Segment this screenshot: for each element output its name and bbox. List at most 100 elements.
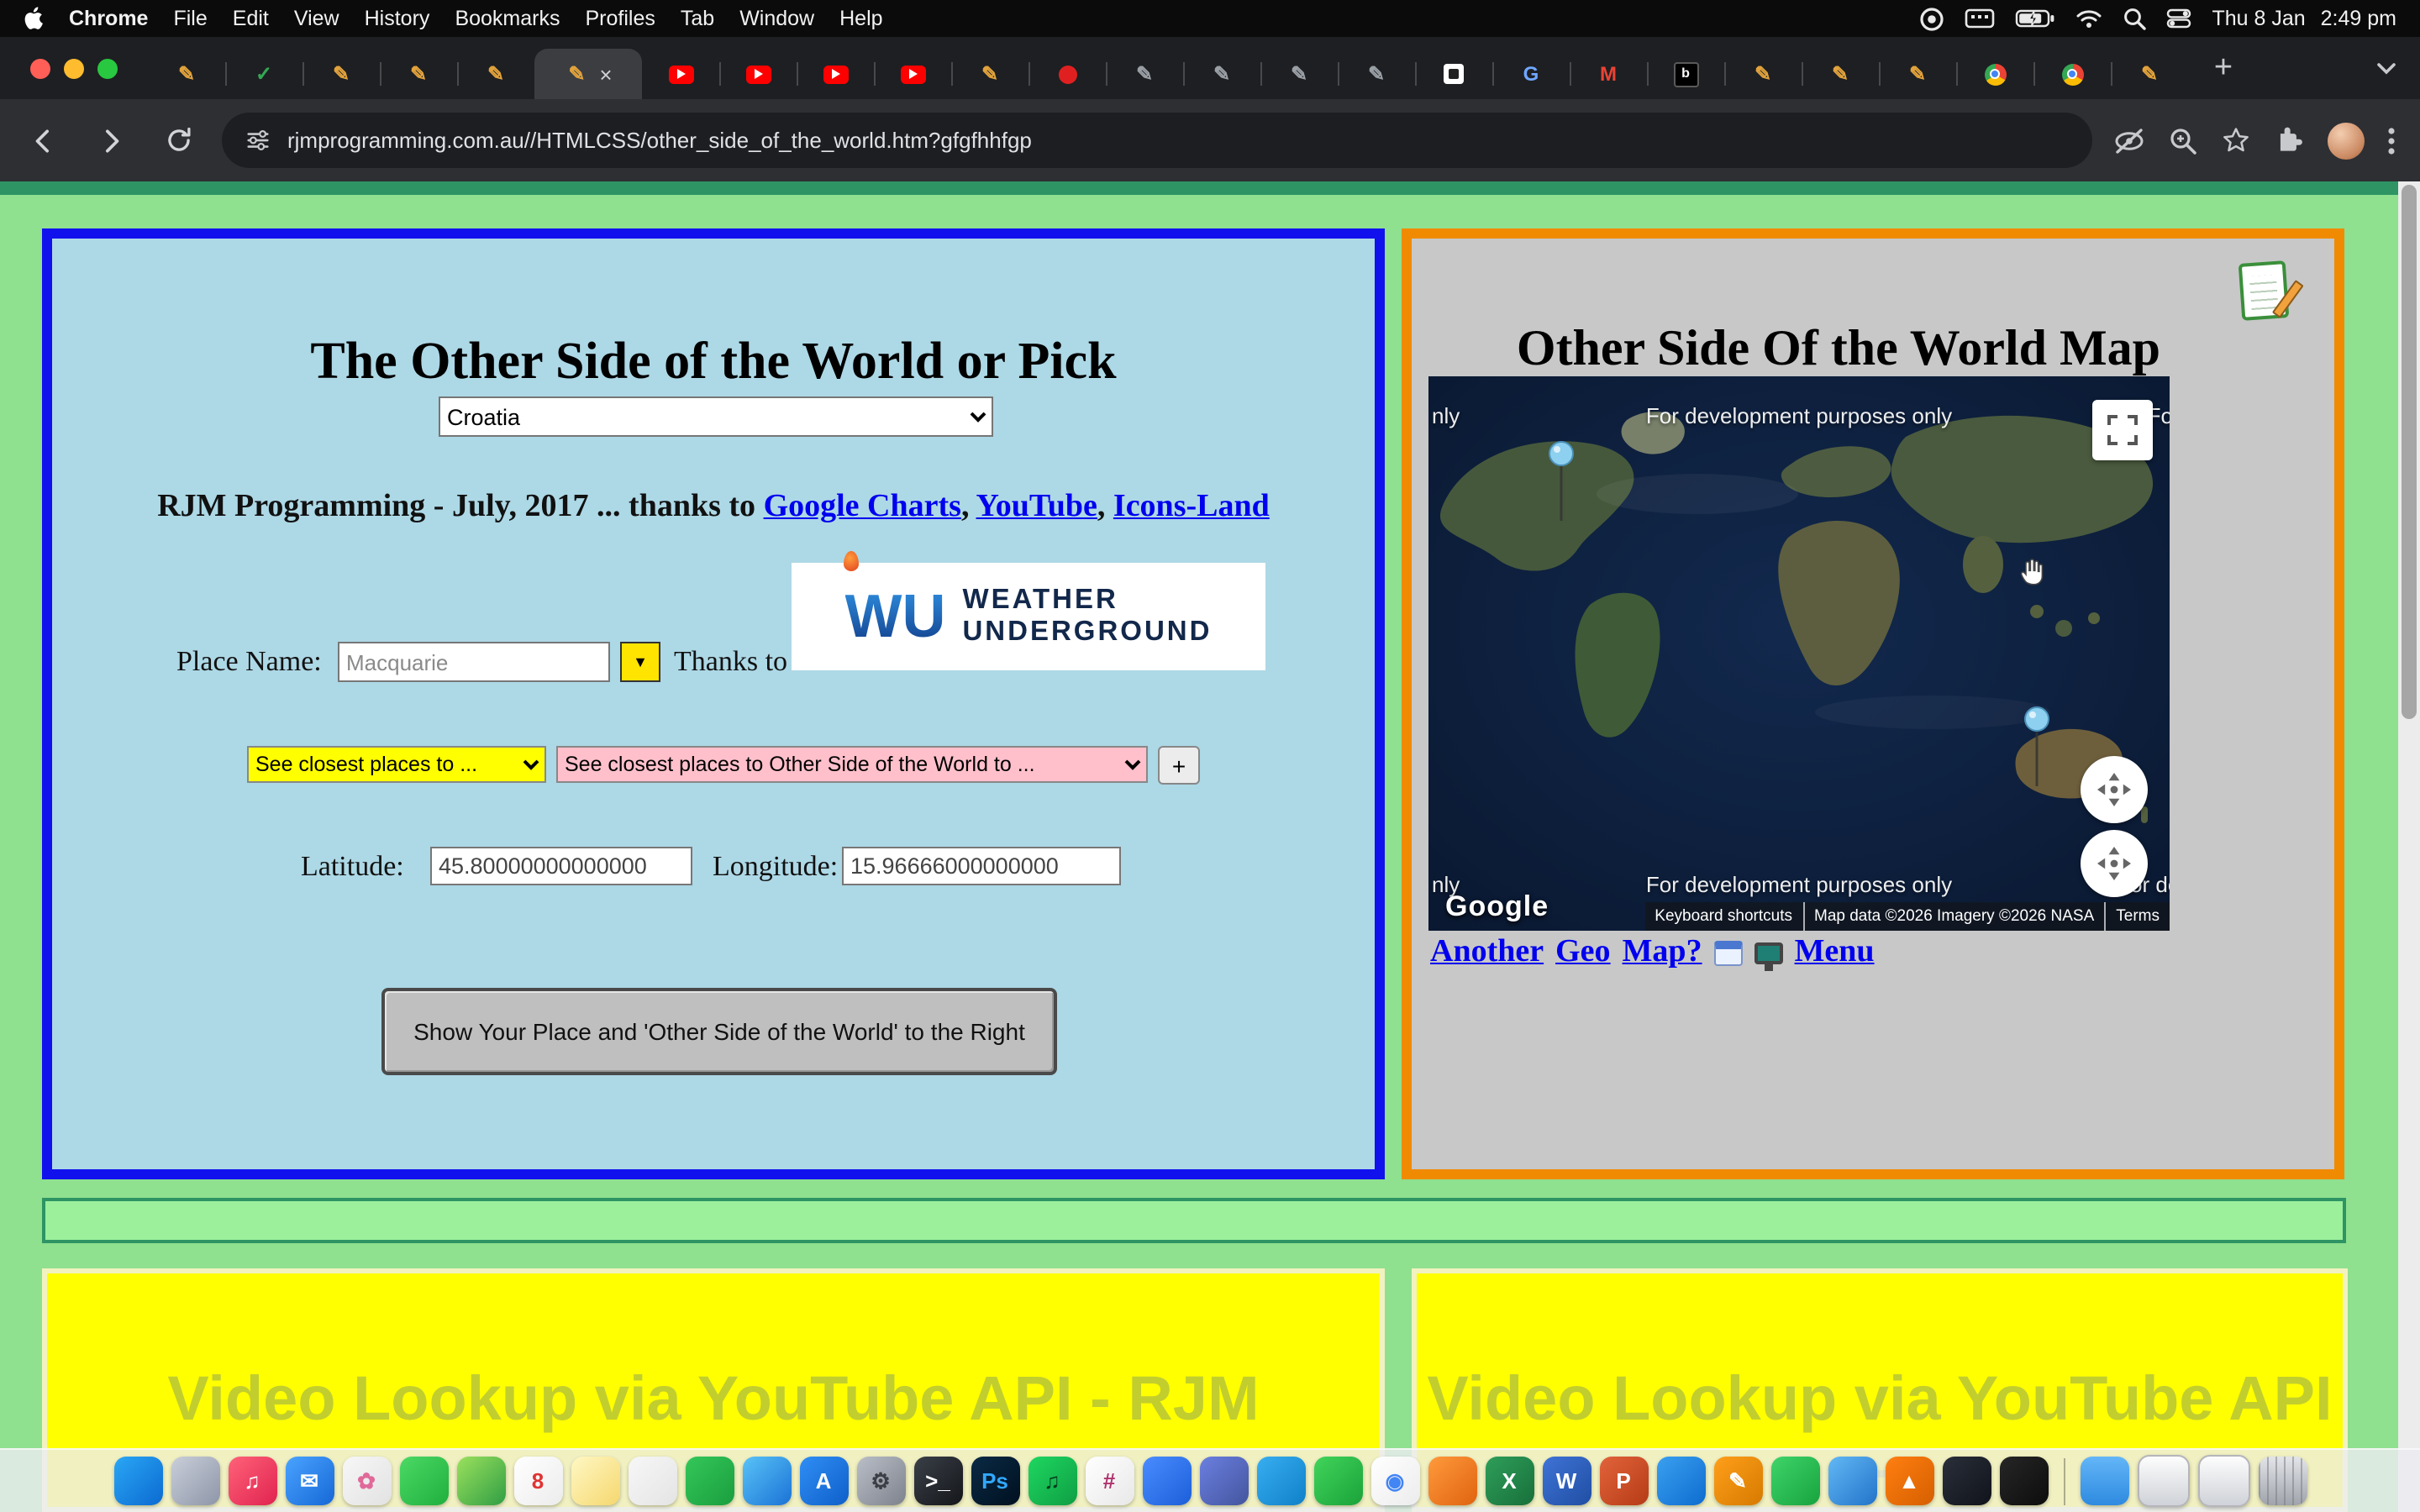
menubar-app-name[interactable]: Chrome [69,7,148,30]
url-text[interactable]: rjmprogramming.com.au//HTMLCSS/other_sid… [287,128,1032,153]
kebab-menu-icon[interactable] [2386,125,2396,155]
latitude-input[interactable] [430,847,692,885]
dock-app-calendar-icon[interactable]: 8 [513,1457,562,1505]
dock-app-maps-icon[interactable] [456,1457,505,1505]
menu-item-window[interactable]: Window [739,7,814,30]
youtube-link[interactable]: YouTube [976,489,1097,524]
menu-item-history[interactable]: History [365,7,430,30]
dock-app-messages-icon[interactable] [399,1457,448,1505]
dock-downloads-folder-icon[interactable] [2080,1457,2128,1505]
browser-tab-8[interactable] [719,49,797,99]
closest-other-side-select[interactable]: See closest places to Other Side of the … [556,746,1148,783]
keyboard-icon[interactable] [1965,8,1995,29]
browser-tab-12[interactable] [1028,49,1106,99]
bookmark-star-icon[interactable] [2220,124,2252,156]
longitude-input[interactable] [842,847,1121,885]
control-center-icon[interactable] [2166,8,2191,29]
dock-app-appstore-icon[interactable]: A [799,1457,848,1505]
browser-tab-22[interactable]: ✎ [1802,49,1879,99]
google-charts-link[interactable]: Google Charts [764,489,961,524]
dock-app-preview-icon[interactable] [1828,1457,1876,1505]
browser-tab-24[interactable] [1956,49,2033,99]
dock-trash-icon[interactable] [2258,1457,2307,1505]
browser-tab-11[interactable]: ✎ [951,49,1028,99]
browser-tab-26[interactable]: ✎ [2111,49,2188,99]
menu-item-tab[interactable]: Tab [681,7,714,30]
browser-tab-14[interactable]: ✎ [1183,49,1260,99]
dock-app-slack-icon[interactable]: # [1085,1457,1134,1505]
another-link[interactable]: Another [1430,934,1544,971]
map-pan-control-1[interactable] [2081,756,2148,823]
dock-app-keynote-icon[interactable] [1656,1457,1705,1505]
window-mini-icon[interactable] [1714,940,1743,965]
dock-app-reminders-icon[interactable] [628,1457,676,1505]
tab-search-chevron-icon[interactable] [2376,61,2407,75]
address-bar[interactable]: rjmprogramming.com.au//HTMLCSS/other_sid… [222,113,2092,168]
map-pin-2[interactable] [2023,706,2050,793]
browser-tab-20[interactable]: b [1647,49,1724,99]
scrollbar-thumb[interactable] [2402,185,2417,719]
dock-app-music-icon[interactable]: ♫ [228,1457,276,1505]
browser-tab-19[interactable]: M [1570,49,1647,99]
menu-item-help[interactable]: Help [839,7,882,30]
dock-app-photos-icon[interactable]: ✿ [342,1457,391,1505]
dock-app-chrome-icon[interactable]: ◉ [1370,1457,1419,1505]
browser-tab-15[interactable]: ✎ [1260,49,1338,99]
browser-tab-4[interactable]: ✎ [380,49,457,99]
dock-minimized-window-1[interactable] [2137,1455,2189,1507]
icons-land-link[interactable]: Icons-Land [1113,489,1270,524]
dock-app-figma-icon[interactable] [1999,1457,2048,1505]
browser-tab-7[interactable] [642,49,719,99]
dock-app-mail-icon[interactable]: ✉ [285,1457,334,1505]
battery-icon[interactable] [2015,8,2055,29]
browser-tab-3[interactable]: ✎ [302,49,380,99]
browser-tab-2[interactable]: ✓ [225,49,302,99]
zoom-lens-icon[interactable] [2168,125,2198,155]
minimize-window-button[interactable] [64,58,84,78]
geo-link[interactable]: Geo [1555,934,1610,971]
menu-item-profiles[interactable]: Profiles [586,7,655,30]
browser-tab-16[interactable]: ✎ [1338,49,1415,99]
browser-tab-17[interactable] [1415,49,1492,99]
dock-app-powerpoint-icon[interactable]: P [1599,1457,1648,1505]
dock-app-whatsapp-icon[interactable] [1313,1457,1362,1505]
menu-item-view[interactable]: View [294,7,339,30]
dock-app-word-icon[interactable]: W [1542,1457,1591,1505]
dock-minimized-window-2[interactable] [2197,1455,2249,1507]
new-tab-button[interactable]: + [2202,46,2245,90]
browser-tab-13[interactable]: ✎ [1106,49,1183,99]
dock-app-photoshop-icon[interactable]: Ps [971,1457,1019,1505]
privacy-eye-off-icon[interactable] [2112,125,2146,155]
browser-tab-21[interactable]: ✎ [1724,49,1802,99]
place-name-input[interactable] [338,642,610,682]
browser-tab-9[interactable] [797,49,874,99]
browser-tab-10[interactable] [874,49,951,99]
dock-app-telegram-icon[interactable] [1256,1457,1305,1505]
menu-extra-badge-icon[interactable] [1919,6,1944,31]
back-button[interactable] [20,117,67,164]
reload-button[interactable] [155,117,202,164]
dock-app-spotify-icon[interactable]: ♫ [1028,1457,1076,1505]
apple-logo-icon[interactable] [24,7,44,30]
dock-app-finder-icon[interactable] [113,1457,162,1505]
monitor-mini-icon[interactable] [1754,942,1783,963]
dock-app-discord-icon[interactable] [1199,1457,1248,1505]
menu-item-bookmarks[interactable]: Bookmarks [455,7,560,30]
keyboard-shortcuts-link[interactable]: Keyboard shortcuts [1644,902,1802,931]
menu-link[interactable]: Menu [1795,934,1875,971]
close-window-button[interactable] [30,58,50,78]
site-settings-tune-icon[interactable] [245,128,271,153]
dock-app-settings-icon[interactable]: ⚙ [856,1457,905,1505]
google-map[interactable]: nly For development purposes only Fo nly… [1428,376,2170,931]
menu-item-edit[interactable]: Edit [233,7,269,30]
profile-avatar[interactable] [2328,122,2365,159]
menubar-clock[interactable]: Thu 8 Jan 2:49 pm [2212,7,2396,30]
dock-app-terminal-icon[interactable]: >_ [913,1457,962,1505]
browser-tab-1[interactable]: ✎ [148,49,225,99]
browser-tab-5[interactable]: ✎ [457,49,534,99]
dock-app-vlc-icon[interactable]: ▲ [1885,1457,1933,1505]
plus-button[interactable]: + [1158,746,1200,785]
dock-app-safari-icon[interactable] [742,1457,791,1505]
dock-app-steam-icon[interactable] [1942,1457,1991,1505]
browser-tab-25[interactable] [2033,49,2111,99]
